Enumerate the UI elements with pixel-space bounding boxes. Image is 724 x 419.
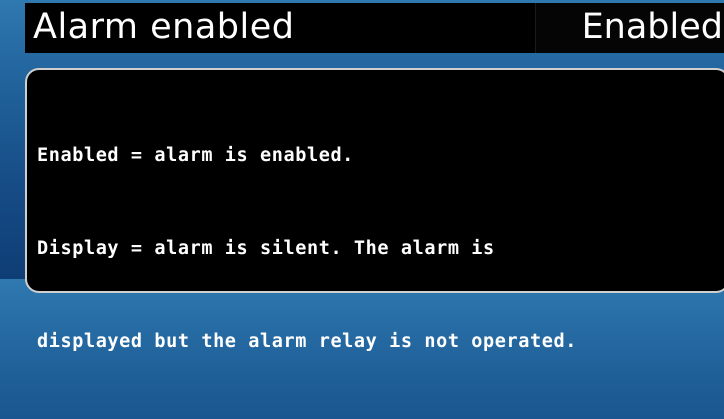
help-text: Enabled = alarm is enabled. Display = al… xyxy=(37,78,577,419)
parameter-header: Alarm enabled Enabled xyxy=(25,3,724,53)
parameter-value: Enabled xyxy=(581,7,723,47)
help-text-panel: Enabled = alarm is enabled. Display = al… xyxy=(25,68,724,352)
parameter-value-field[interactable]: Enabled xyxy=(535,3,724,53)
help-line-3: displayed but the alarm relay is not ope… xyxy=(37,331,577,352)
help-line-2: Display = alarm is silent. The alarm is xyxy=(37,238,495,259)
help-line-1: Enabled = alarm is enabled. xyxy=(37,145,354,166)
parameter-title: Alarm enabled xyxy=(33,7,295,47)
